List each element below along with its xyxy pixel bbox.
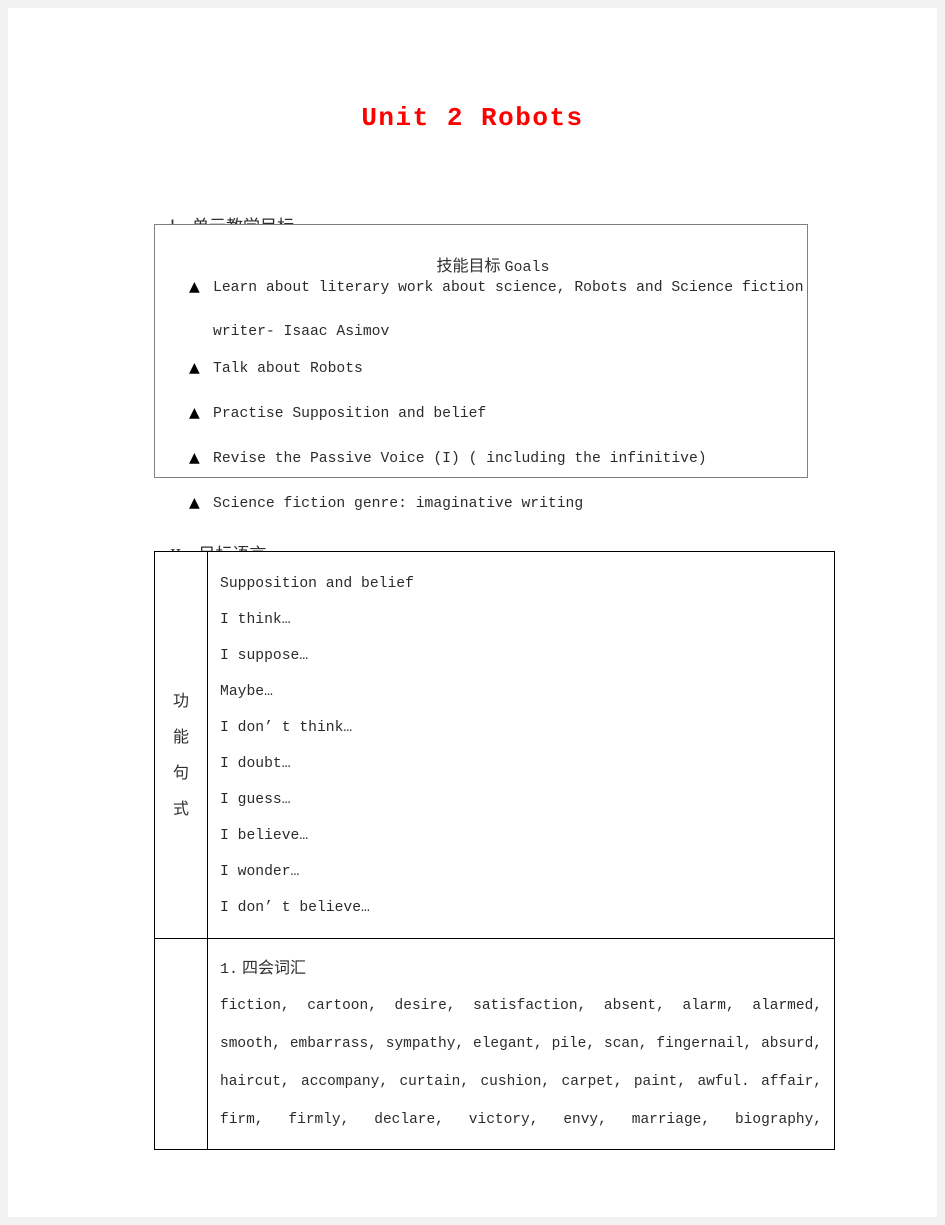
goal-item-text: Talk about Robots bbox=[213, 361, 363, 377]
function-patterns-list: Supposition and belief I think… I suppos… bbox=[208, 552, 834, 938]
vocabulary-line: haircut, accompany, curtain, cushion, ca… bbox=[220, 1074, 822, 1090]
function-pattern-line: I don’ t think… bbox=[220, 720, 353, 736]
function-pattern-line: I wonder… bbox=[220, 864, 300, 880]
vocabulary-line: fiction, cartoon, desire, satisfaction, … bbox=[220, 998, 822, 1014]
table-row-function-patterns: 功 能 句 式 Supposition and belief I think… … bbox=[154, 551, 835, 939]
goal-item: ▲ Talk about Robots bbox=[189, 350, 797, 387]
triangle-bullet-icon: ▲ bbox=[189, 360, 200, 376]
goal-item: ▲ Practise Supposition and belief bbox=[189, 395, 797, 432]
function-pattern-line: I doubt… bbox=[220, 756, 291, 772]
vertical-label-char: 能 bbox=[172, 729, 189, 746]
row-body-cell: 1. 四会词汇 fiction, cartoon, desire, satisf… bbox=[207, 938, 835, 1150]
function-pattern-line: I believe… bbox=[220, 828, 309, 844]
goal-item-line: ▲ Practise Supposition and belief bbox=[189, 395, 797, 432]
row-body-cell: Supposition and belief I think… I suppos… bbox=[207, 551, 835, 939]
goal-item: ▲ Science fiction genre: imaginative writ… bbox=[189, 485, 797, 522]
function-pattern-line: Maybe… bbox=[220, 684, 273, 700]
goal-item-line: ▲ Talk about Robots bbox=[189, 350, 797, 387]
goal-item-line: ▲ Revise the Passive Voice (I) ( includin… bbox=[189, 440, 797, 477]
vocabulary-line: firm, firmly, declare, victory, envy, ma… bbox=[220, 1112, 822, 1128]
goal-item-text: Practise Supposition and belief bbox=[213, 406, 487, 422]
goal-item-line: ▲ Learn about literary work about science… bbox=[189, 269, 804, 306]
page-title: Unit 2 Robots bbox=[361, 103, 584, 133]
table-row-vocabulary: 1. 四会词汇 fiction, cartoon, desire, satisf… bbox=[154, 938, 835, 1150]
function-pattern-line: I don’ t believe… bbox=[220, 900, 370, 916]
target-language-table: 功 能 句 式 Supposition and belief I think… … bbox=[154, 551, 835, 1150]
triangle-bullet-icon: ▲ bbox=[189, 405, 200, 421]
document-page: Unit 2 Robots Ⅰ. 单元教学目标 技能目标 Goals ▲Lear… bbox=[8, 8, 937, 1217]
vertical-label-char: 式 bbox=[172, 801, 189, 818]
goal-item: ▲ Revise the Passive Voice (I) ( includin… bbox=[189, 440, 797, 477]
vocabulary-heading: 1. 四会词汇 bbox=[220, 952, 822, 987]
row-label-cell: 功 能 句 式 bbox=[154, 551, 208, 939]
function-pattern-line: I guess… bbox=[220, 792, 291, 808]
function-pattern-line: I suppose… bbox=[220, 648, 309, 664]
row-label-cell-empty bbox=[154, 938, 208, 1150]
function-pattern-line: Supposition and belief bbox=[220, 576, 414, 592]
goal-item-text: Science fiction genre: imaginative writi… bbox=[213, 496, 584, 512]
goal-item-line: ▲ Science fiction genre: imaginative writ… bbox=[189, 485, 797, 522]
triangle-bullet-icon: ▲ bbox=[189, 495, 200, 511]
vocabulary-line: smooth, embarrass, sympathy, elegant, pi… bbox=[220, 1036, 822, 1052]
goal-item-text: Learn about literary work about science,… bbox=[213, 280, 804, 296]
function-pattern-line: I think… bbox=[220, 612, 291, 628]
vocabulary-heading-number: 1. bbox=[220, 961, 239, 978]
goal-item: ▲ Learn about literary work about science… bbox=[189, 269, 804, 350]
goals-box: 技能目标 Goals ▲ Learn about literary work ab… bbox=[154, 224, 808, 512]
vertical-label-char: 句 bbox=[172, 765, 189, 782]
goal-item-text: Revise the Passive Voice (I) ( including… bbox=[213, 451, 707, 467]
goal-item-continuation: writer- Isaac Asimov bbox=[213, 324, 390, 340]
triangle-bullet-icon: ▲ bbox=[189, 279, 200, 295]
vocabulary-block: 1. 四会词汇 fiction, cartoon, desire, satisf… bbox=[208, 939, 834, 1149]
triangle-bullet-icon: ▲ bbox=[189, 450, 200, 466]
vertical-label-function-patterns: 功 能 句 式 bbox=[155, 552, 207, 828]
vocabulary-heading-text: 四会词汇 bbox=[242, 960, 307, 977]
vertical-label-char: 功 bbox=[172, 693, 189, 710]
goals-list: ▲ Learn about literary work about science… bbox=[189, 269, 804, 530]
